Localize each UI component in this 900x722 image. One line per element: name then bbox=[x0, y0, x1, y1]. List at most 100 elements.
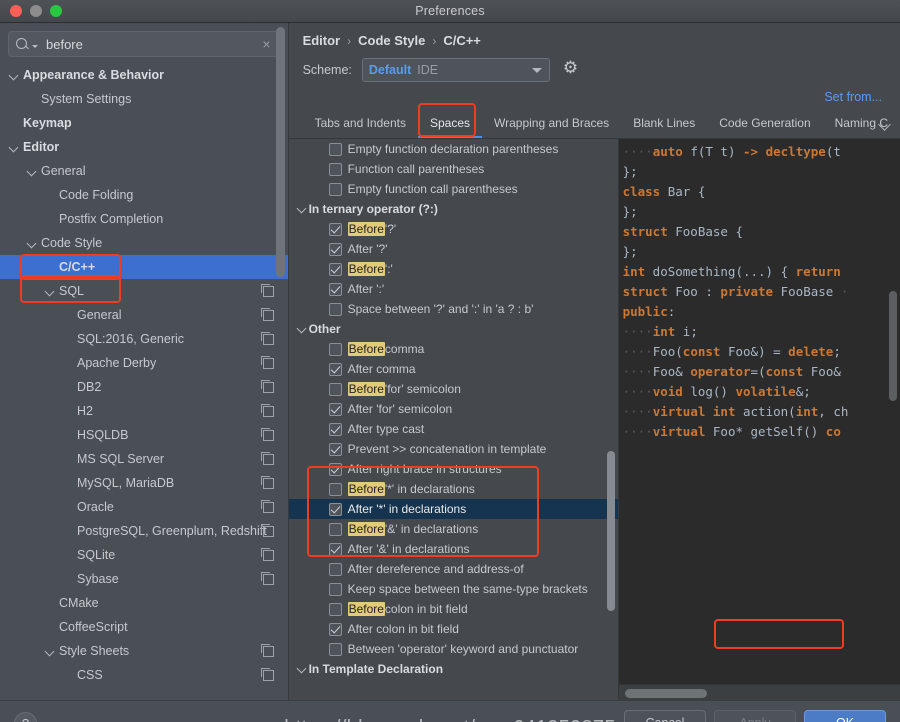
option-row[interactable]: Function call parentheses bbox=[289, 159, 618, 179]
tab-tabs-and-indents[interactable]: Tabs and Indents bbox=[303, 110, 418, 138]
copy-scheme-icon[interactable] bbox=[260, 355, 274, 369]
sidebar-item[interactable]: CoffeeScript bbox=[0, 615, 288, 639]
help-button[interactable]: ? bbox=[14, 711, 37, 722]
option-row[interactable]: Empty function call parentheses bbox=[289, 179, 618, 199]
sidebar-item[interactable]: System Settings bbox=[0, 87, 288, 111]
breadcrumb-item-cpp[interactable]: C/C++ bbox=[443, 33, 481, 48]
option-checkbox[interactable] bbox=[328, 142, 342, 156]
copy-scheme-icon[interactable] bbox=[260, 403, 274, 417]
option-checkbox[interactable] bbox=[328, 182, 342, 196]
sidebar-item[interactable]: SQL bbox=[0, 279, 288, 303]
option-checkbox[interactable] bbox=[328, 462, 342, 476]
option-row[interactable]: After dereference and address-of bbox=[289, 559, 618, 579]
option-checkbox[interactable] bbox=[328, 562, 342, 576]
option-checkbox[interactable] bbox=[328, 262, 342, 276]
sidebar-item[interactable]: Keymap bbox=[0, 111, 288, 135]
option-row[interactable]: After '&' in declarations bbox=[289, 539, 618, 559]
option-checkbox[interactable] bbox=[328, 642, 342, 656]
sidebar-item[interactable]: MySQL, MariaDB bbox=[0, 471, 288, 495]
option-checkbox[interactable] bbox=[328, 222, 342, 236]
option-row[interactable]: After '?' bbox=[289, 239, 618, 259]
chevron-down-icon[interactable] bbox=[8, 141, 20, 153]
sidebar-item[interactable]: H2 bbox=[0, 399, 288, 423]
chevron-down-icon[interactable] bbox=[295, 323, 309, 335]
preview-vertical-scrollbar[interactable] bbox=[889, 291, 897, 401]
chevron-down-icon[interactable] bbox=[26, 165, 38, 177]
option-checkbox[interactable] bbox=[328, 542, 342, 556]
sidebar-item[interactable]: Appearance & Behavior bbox=[0, 63, 288, 87]
copy-scheme-icon[interactable] bbox=[260, 475, 274, 489]
sidebar-item[interactable]: SQLite bbox=[0, 543, 288, 567]
option-row[interactable]: Empty function declaration parentheses bbox=[289, 139, 618, 159]
option-list-scrollbar[interactable] bbox=[606, 451, 615, 611]
option-row[interactable]: Before 'for' semicolon bbox=[289, 379, 618, 399]
sidebar-item[interactable]: SQL:2016, Generic bbox=[0, 327, 288, 351]
clear-search-icon[interactable]: × bbox=[262, 36, 272, 52]
option-checkbox[interactable] bbox=[328, 282, 342, 296]
copy-scheme-icon[interactable] bbox=[260, 643, 274, 657]
sidebar-item[interactable]: Oracle bbox=[0, 495, 288, 519]
copy-scheme-icon[interactable] bbox=[260, 451, 274, 465]
copy-scheme-icon[interactable] bbox=[260, 667, 274, 681]
copy-scheme-icon[interactable] bbox=[260, 307, 274, 321]
sidebar-item[interactable]: General bbox=[0, 159, 288, 183]
set-from-link[interactable]: Set from... bbox=[289, 84, 900, 108]
copy-scheme-icon[interactable] bbox=[260, 427, 274, 441]
sidebar-item[interactable]: CMake bbox=[0, 591, 288, 615]
option-row[interactable]: After comma bbox=[289, 359, 618, 379]
option-row[interactable]: After right brace in structures bbox=[289, 459, 618, 479]
preview-horizontal-scrollbar[interactable] bbox=[624, 689, 707, 698]
option-checkbox[interactable] bbox=[328, 302, 342, 316]
option-checkbox[interactable] bbox=[328, 522, 342, 536]
breadcrumb-item-code-style[interactable]: Code Style bbox=[358, 33, 425, 48]
sidebar-item[interactable]: DB2 bbox=[0, 375, 288, 399]
option-row[interactable]: Before '*' in declarations bbox=[289, 479, 618, 499]
option-checkbox[interactable] bbox=[328, 502, 342, 516]
gear-icon[interactable] bbox=[563, 58, 579, 78]
copy-scheme-icon[interactable] bbox=[260, 571, 274, 585]
option-checkbox[interactable] bbox=[328, 342, 342, 356]
option-row[interactable]: After type cast bbox=[289, 419, 618, 439]
option-checkbox[interactable] bbox=[328, 162, 342, 176]
option-checkbox[interactable] bbox=[328, 382, 342, 396]
chevron-down-icon[interactable] bbox=[44, 645, 56, 657]
copy-scheme-icon[interactable] bbox=[260, 523, 274, 537]
option-group-header[interactable]: Other bbox=[289, 319, 618, 339]
sidebar-item[interactable]: Code Folding bbox=[0, 183, 288, 207]
sidebar-item[interactable]: PostgreSQL, Greenplum, Redshift bbox=[0, 519, 288, 543]
sidebar-item[interactable]: Apache Derby bbox=[0, 351, 288, 375]
copy-scheme-icon[interactable] bbox=[260, 499, 274, 513]
option-row[interactable]: Before ':' bbox=[289, 259, 618, 279]
option-checkbox[interactable] bbox=[328, 442, 342, 456]
option-checkbox[interactable] bbox=[328, 362, 342, 376]
spaces-option-list[interactable]: Empty function declaration parentheses Fu… bbox=[288, 139, 619, 700]
copy-scheme-icon[interactable] bbox=[260, 283, 274, 297]
sidebar-item[interactable]: General bbox=[0, 303, 288, 327]
tab-blank-lines[interactable]: Blank Lines bbox=[621, 110, 707, 138]
option-row[interactable]: Before colon in bit field bbox=[289, 599, 618, 619]
chevron-down-icon[interactable] bbox=[878, 118, 892, 132]
scheme-dropdown[interactable]: Default IDE bbox=[361, 58, 550, 82]
ok-button[interactable]: OK bbox=[804, 710, 886, 722]
chevron-down-icon[interactable] bbox=[295, 663, 309, 675]
chevron-down-icon[interactable] bbox=[44, 285, 56, 297]
option-row[interactable]: After colon in bit field bbox=[289, 619, 618, 639]
chevron-down-icon[interactable] bbox=[295, 203, 309, 215]
copy-scheme-icon[interactable] bbox=[260, 379, 274, 393]
sidebar-item[interactable]: Code Style bbox=[0, 231, 288, 255]
tab-spaces[interactable]: Spaces bbox=[418, 110, 482, 138]
sidebar-item[interactable]: Sybase bbox=[0, 567, 288, 591]
option-row[interactable]: After 'for' semicolon bbox=[289, 399, 618, 419]
search-dropdown-caret-icon[interactable] bbox=[32, 45, 38, 48]
option-checkbox[interactable] bbox=[328, 402, 342, 416]
settings-tree[interactable]: Appearance & Behavior System Settings Keym… bbox=[0, 63, 288, 700]
sidebar-item[interactable]: Editor bbox=[0, 135, 288, 159]
option-checkbox[interactable] bbox=[328, 582, 342, 596]
option-checkbox[interactable] bbox=[328, 422, 342, 436]
option-checkbox[interactable] bbox=[328, 622, 342, 636]
sidebar-scrollbar[interactable] bbox=[275, 27, 285, 277]
copy-scheme-icon[interactable] bbox=[260, 331, 274, 345]
option-group-header[interactable]: In Template Declaration bbox=[289, 659, 618, 679]
option-checkbox[interactable] bbox=[328, 602, 342, 616]
search-input[interactable]: before × bbox=[8, 31, 280, 57]
